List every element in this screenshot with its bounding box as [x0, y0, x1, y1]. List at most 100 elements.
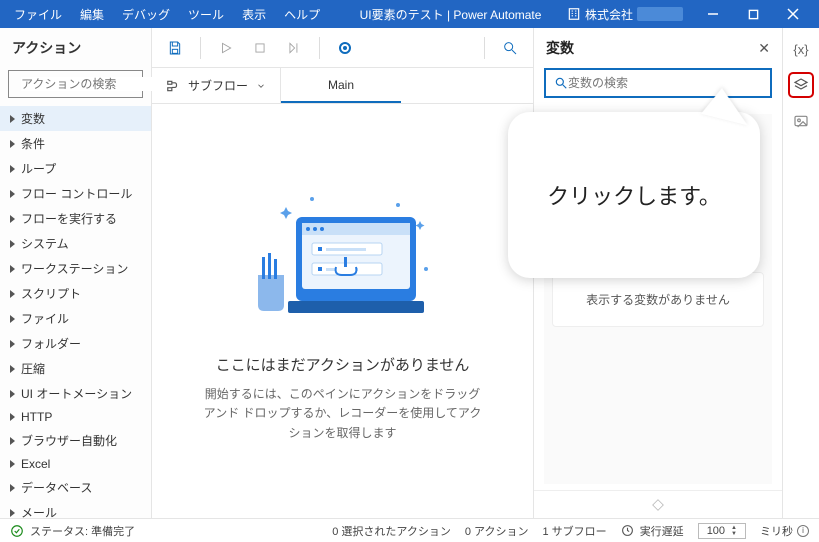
diamond-icon — [651, 498, 665, 512]
rail-images-button[interactable] — [788, 108, 814, 134]
actions-tree-item[interactable]: UI オートメーション — [0, 381, 151, 406]
company-label: 株式会社 — [585, 6, 633, 23]
rail-variables-button[interactable]: {x} — [788, 36, 814, 62]
actions-tree-item[interactable]: ワークステーション — [0, 256, 151, 281]
callout-tooltip: クリックします。 — [508, 112, 760, 278]
close-window-button[interactable] — [773, 0, 813, 28]
chevron-right-icon — [10, 190, 15, 198]
menu-help[interactable]: ヘルプ — [284, 6, 320, 23]
menu-file[interactable]: ファイル — [14, 6, 62, 23]
actions-tree-item[interactable]: Excel — [0, 453, 151, 475]
actions-tree-label: ファイル — [21, 310, 69, 327]
clock-icon — [621, 524, 634, 537]
variables-footer — [534, 490, 782, 518]
actions-tree[interactable]: 変数条件ループフロー コントロールフローを実行するシステムワークステーションスク… — [0, 106, 151, 518]
flow-tabs: サブフロー Main — [152, 68, 533, 104]
chevron-right-icon — [10, 437, 15, 445]
save-button[interactable] — [160, 33, 190, 63]
variables-search-input[interactable] — [568, 76, 762, 90]
chevron-right-icon — [10, 140, 15, 148]
subflow-dropdown[interactable]: サブフロー — [152, 68, 281, 103]
actions-tree-label: 変数 — [21, 110, 45, 127]
chevron-right-icon — [10, 390, 15, 398]
right-rail: {x} — [783, 28, 819, 518]
actions-tree-item[interactable]: フローを実行する — [0, 206, 151, 231]
actions-tree-item[interactable]: ファイル — [0, 306, 151, 331]
actions-tree-item[interactable]: フォルダー — [0, 331, 151, 356]
subflow-label: サブフロー — [188, 77, 248, 94]
window-title: UI要素のテスト | Power Automate — [334, 6, 567, 23]
designer-search-button[interactable] — [495, 33, 525, 63]
actions-tree-item[interactable]: スクリプト — [0, 281, 151, 306]
actions-tree-label: フローを実行する — [21, 210, 117, 227]
actions-tree-item[interactable]: フロー コントロール — [0, 181, 151, 206]
tab-main[interactable]: Main — [281, 68, 401, 103]
building-icon — [567, 7, 581, 21]
company-badge[interactable]: 株式会社 — [567, 6, 683, 23]
step-button[interactable] — [279, 33, 309, 63]
variables-empty: 表示する変数がありません — [552, 272, 764, 327]
menu-tool[interactable]: ツール — [188, 6, 224, 23]
chevron-right-icon — [10, 460, 15, 468]
actions-tree-item[interactable]: メール — [0, 500, 151, 518]
ms-label: ミリ秒 — [760, 523, 793, 539]
chevron-right-icon — [10, 484, 15, 492]
designer-toolbar — [152, 28, 533, 68]
chevron-right-icon — [10, 315, 15, 323]
actions-tree-item[interactable]: ブラウザー自動化 — [0, 428, 151, 453]
subflow-icon — [166, 79, 180, 93]
actions-tree-label: システム — [21, 235, 69, 252]
actions-tree-label: フォルダー — [21, 335, 81, 352]
chevron-right-icon — [10, 240, 15, 248]
status-ok-icon — [10, 524, 24, 538]
stat-actions: 0 アクション — [465, 523, 529, 539]
variables-close-button[interactable]: ✕ — [758, 40, 770, 57]
actions-tree-item[interactable]: データベース — [0, 475, 151, 500]
stop-button[interactable] — [245, 33, 275, 63]
actions-search[interactable] — [8, 70, 143, 98]
actions-header: アクション — [0, 28, 151, 66]
menu-edit[interactable]: 編集 — [80, 6, 104, 23]
designer-canvas[interactable]: ここにはまだアクションがありません 開始するには、このペインにアクションをドラッ… — [152, 104, 533, 518]
titlebar: ファイル 編集 デバッグ ツール 表示 ヘルプ UI要素のテスト | Power… — [0, 0, 819, 28]
actions-tree-label: データベース — [21, 479, 92, 496]
actions-tree-item[interactable]: HTTP — [0, 406, 151, 428]
chevron-right-icon — [10, 290, 15, 298]
actions-tree-label: ループ — [21, 160, 56, 177]
actions-tree-item[interactable]: 条件 — [0, 131, 151, 156]
info-icon[interactable]: i — [797, 525, 809, 537]
actions-tree-label: HTTP — [21, 410, 52, 424]
chevron-right-icon — [10, 340, 15, 348]
actions-tree-label: 条件 — [21, 135, 45, 152]
actions-tree-item[interactable]: システム — [0, 231, 151, 256]
chevron-right-icon — [10, 215, 15, 223]
minimize-button[interactable] — [693, 0, 733, 28]
run-button[interactable] — [211, 33, 241, 63]
delay-label: 実行遅延 — [640, 523, 684, 539]
image-icon — [793, 113, 809, 129]
rail-ui-elements-button[interactable] — [788, 72, 814, 98]
delay-input[interactable]: 100 ▲▼ — [698, 523, 746, 539]
stat-subflows: 1 サブフロー — [543, 523, 607, 539]
actions-tree-item[interactable]: ループ — [0, 156, 151, 181]
actions-tree-label: 圧縮 — [21, 360, 45, 377]
actions-tree-item[interactable]: 圧縮 — [0, 356, 151, 381]
menubar: ファイル 編集 デバッグ ツール 表示 ヘルプ — [0, 6, 334, 23]
designer-area: サブフロー Main — [152, 28, 534, 518]
chevron-right-icon — [10, 365, 15, 373]
empty-subtitle: 開始するには、このペインにアクションをドラッグ アンド ドロップするか、レコーダ… — [203, 385, 483, 443]
search-icon — [554, 76, 568, 90]
delay-spinner[interactable]: ▲▼ — [731, 525, 737, 537]
record-button[interactable] — [330, 33, 360, 63]
menu-debug[interactable]: デバッグ — [122, 6, 170, 23]
actions-tree-label: メール — [21, 504, 57, 518]
maximize-button[interactable] — [733, 0, 773, 28]
chevron-right-icon — [10, 115, 15, 123]
actions-tree-label: ワークステーション — [21, 260, 128, 277]
status-text: ステータス: 準備完了 — [30, 523, 135, 539]
company-name-redacted — [637, 7, 683, 21]
chevron-right-icon — [10, 509, 15, 517]
delay-value: 100 — [707, 525, 725, 537]
actions-tree-item[interactable]: 変数 — [0, 106, 151, 131]
menu-view[interactable]: 表示 — [242, 6, 266, 23]
